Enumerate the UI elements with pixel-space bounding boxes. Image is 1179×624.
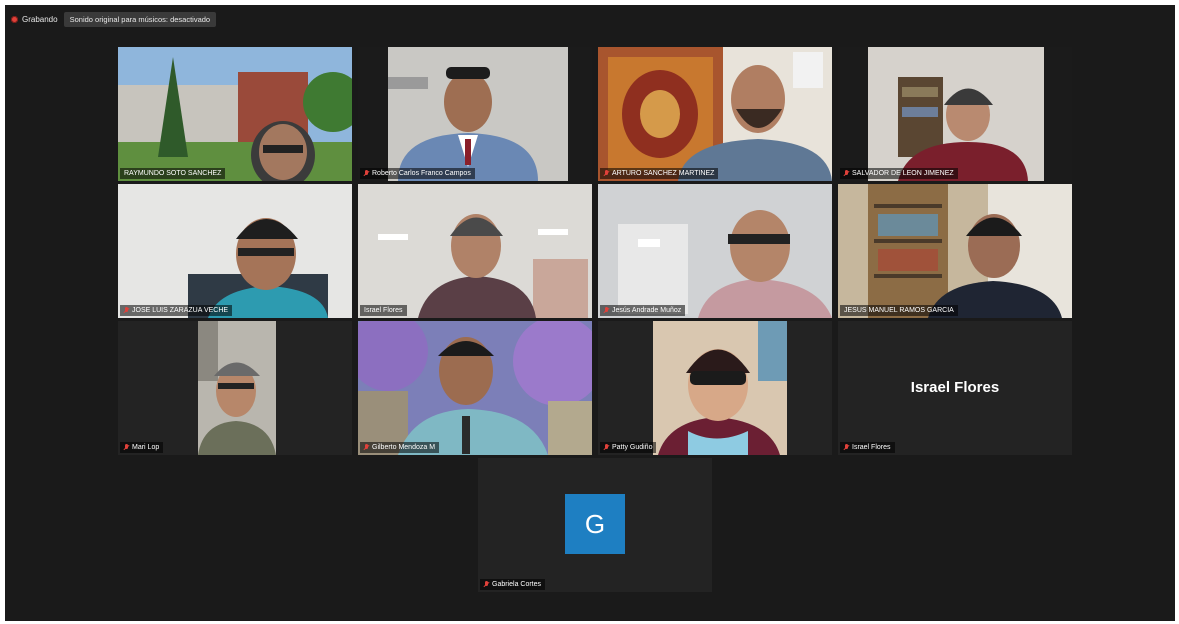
participant-nameplate: Jesús Andrade Muñoz bbox=[600, 305, 686, 316]
participant-name: SALVADOR DE LEON JIMENEZ bbox=[852, 170, 954, 177]
participant-name: Patty Gudiño bbox=[612, 444, 653, 451]
participant-nameplate: JOSE LUIS ZARAZUA VECHE bbox=[120, 305, 233, 316]
active-speaker-tile[interactable]: Israel Flores bbox=[358, 184, 592, 318]
participant-name: JOSE LUIS ZARAZUA VECHE bbox=[132, 307, 229, 314]
muted-mic-icon bbox=[124, 307, 129, 314]
original-sound-button[interactable]: Sonido original para músicos: desactivad… bbox=[63, 11, 217, 27]
muted-mic-icon bbox=[844, 444, 849, 451]
video-tile[interactable]: JOSE LUIS ZARAZUA VECHE bbox=[118, 184, 352, 318]
meeting-topbar: Grabando Sonido original para músicos: d… bbox=[11, 11, 217, 27]
participant-name: Jesús Andrade Muñoz bbox=[612, 307, 682, 314]
participant-name: RAYMUNDO SOTO SANCHEZ bbox=[124, 170, 222, 177]
muted-mic-icon bbox=[364, 170, 369, 177]
participant-nameplate: Roberto Carlos Franco Campos bbox=[360, 168, 475, 179]
participant-name: Israel Flores bbox=[364, 307, 403, 314]
video-feed bbox=[118, 47, 352, 181]
video-tile[interactable]: Gilberto Mendoza M bbox=[358, 321, 592, 455]
recording-label: Grabando bbox=[22, 14, 58, 24]
video-feed bbox=[118, 184, 352, 318]
video-feed bbox=[598, 184, 832, 318]
video-feed bbox=[598, 321, 832, 455]
video-tile[interactable]: Jesús Andrade Muñoz bbox=[598, 184, 832, 318]
video-tile[interactable]: Mari Lop bbox=[118, 321, 352, 455]
participant-nameplate: JESUS MANUEL RAMOS GARCIA bbox=[840, 305, 958, 316]
video-feed bbox=[838, 47, 1072, 181]
muted-mic-icon bbox=[364, 444, 369, 451]
participant-nameplate: Mari Lop bbox=[120, 442, 164, 453]
participant-nameplate: Israel Flores bbox=[360, 305, 407, 316]
video-feed bbox=[598, 47, 832, 181]
video-tile[interactable]: SALVADOR DE LEON JIMENEZ bbox=[838, 47, 1072, 181]
participant-avatar: G bbox=[565, 494, 625, 554]
participant-nameplate: RAYMUNDO SOTO SANCHEZ bbox=[120, 168, 226, 179]
recording-dot-icon bbox=[11, 15, 18, 23]
video-feed bbox=[358, 184, 592, 318]
participant-nameplate: ARTURO SANCHEZ MARTINEZ bbox=[600, 168, 719, 179]
video-feed bbox=[358, 321, 592, 455]
muted-mic-icon bbox=[604, 307, 609, 314]
muted-mic-icon bbox=[604, 444, 609, 451]
participant-name: Gilberto Mendoza M bbox=[372, 444, 436, 451]
muted-mic-icon bbox=[604, 170, 609, 177]
participant-nameplate: Patty Gudiño bbox=[600, 442, 657, 453]
muted-mic-icon bbox=[124, 444, 129, 451]
video-tile-camera-off[interactable]: Israel Flores Israel Flores bbox=[838, 321, 1072, 455]
participant-nameplate: Gilberto Mendoza M bbox=[360, 442, 440, 453]
zoom-meeting-window: Grabando Sonido original para músicos: d… bbox=[5, 5, 1175, 621]
participant-nameplate: SALVADOR DE LEON JIMENEZ bbox=[840, 168, 958, 179]
participant-name: JESUS MANUEL RAMOS GARCIA bbox=[844, 307, 954, 314]
participant-name: ARTURO SANCHEZ MARTINEZ bbox=[612, 170, 715, 177]
video-feed bbox=[838, 184, 1072, 318]
muted-mic-icon bbox=[484, 581, 489, 588]
participant-nameplate: Gabriela Cortes bbox=[480, 579, 546, 590]
video-tile[interactable]: RAYMUNDO SOTO SANCHEZ bbox=[118, 47, 352, 181]
video-tile[interactable]: Patty Gudiño bbox=[598, 321, 832, 455]
recording-indicator[interactable]: Grabando bbox=[11, 15, 58, 24]
video-tile[interactable]: ARTURO SANCHEZ MARTINEZ bbox=[598, 47, 832, 181]
participant-name: Mari Lop bbox=[132, 444, 160, 451]
muted-mic-icon bbox=[844, 170, 849, 177]
video-tile[interactable]: JESUS MANUEL RAMOS GARCIA bbox=[838, 184, 1072, 318]
participant-name: Gabriela Cortes bbox=[492, 581, 542, 588]
participant-nameplate: Israel Flores bbox=[840, 442, 895, 453]
video-feed bbox=[358, 47, 592, 181]
participant-name: Israel Flores bbox=[852, 444, 891, 451]
participant-display-name: Israel Flores bbox=[910, 379, 1000, 396]
video-tile[interactable]: Roberto Carlos Franco Campos bbox=[358, 47, 592, 181]
video-feed bbox=[118, 321, 352, 455]
participant-name: Roberto Carlos Franco Campos bbox=[372, 170, 471, 177]
video-tile-camera-off[interactable]: G Gabriela Cortes bbox=[478, 458, 712, 592]
